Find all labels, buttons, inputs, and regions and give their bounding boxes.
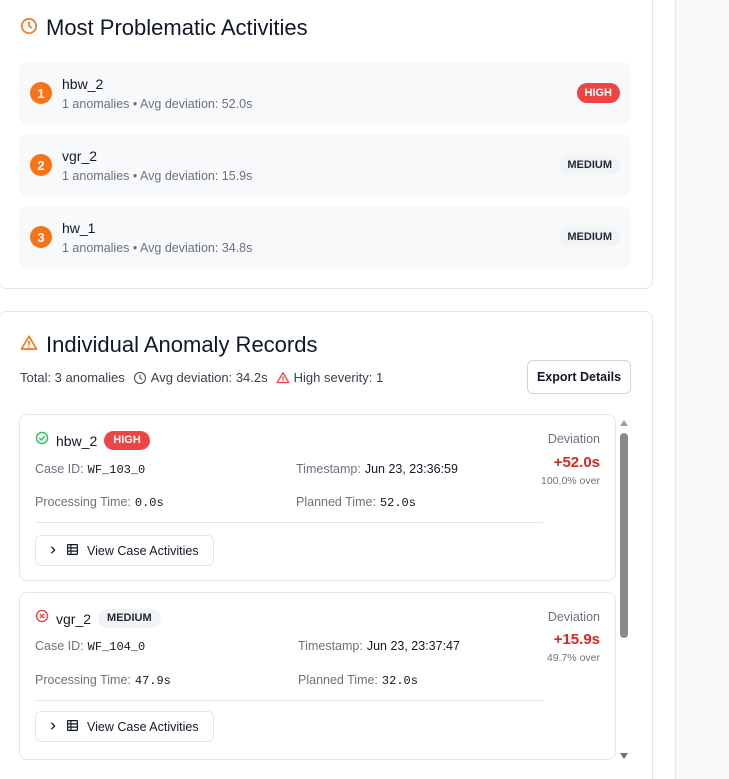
rank-badge: 3 xyxy=(30,226,52,248)
view-button-label: View Case Activities xyxy=(87,543,199,558)
timestamp-field: Timestamp: Jun 23, 23:37:47 xyxy=(298,639,460,653)
deviation-percent: 100.0% over xyxy=(541,475,600,487)
rank-badge: 1 xyxy=(30,82,52,104)
timestamp-label: Timestamp: xyxy=(296,462,361,476)
scroll-up-arrow-icon[interactable] xyxy=(620,420,628,426)
processing-time-value: 0.0s xyxy=(134,496,164,510)
anomaly-record: hbw_2 HIGH Case ID: WF_103_0 Timestamp: Ju… xyxy=(19,414,616,581)
case-id-label: Case ID: xyxy=(35,639,84,653)
processing-time-label: Processing Time: xyxy=(35,673,131,687)
anomaly-records-header: Individual Anomaly Records xyxy=(20,332,317,358)
total-count: Total: 3 anomalies xyxy=(20,370,125,385)
deviation-percent: 49.7% over xyxy=(546,652,600,664)
severity-badge: HIGH xyxy=(104,431,150,450)
avg-deviation: Avg deviation: 34.2s xyxy=(150,370,268,385)
problematic-activities-header: Most Problematic Activities xyxy=(20,15,308,41)
record-header: hbw_2 HIGH xyxy=(35,431,150,450)
activity-name: vgr_2 xyxy=(56,610,92,627)
timestamp-value: Jun 23, 23:37:47 xyxy=(366,639,460,653)
divider xyxy=(35,700,543,701)
card-title: Most Problematic Activities xyxy=(46,15,308,40)
table-icon xyxy=(66,719,79,735)
case-id-value: WF_104_0 xyxy=(87,640,146,654)
table-icon xyxy=(66,543,79,559)
view-button-label: View Case Activities xyxy=(87,719,199,734)
scroll-down-arrow-icon[interactable] xyxy=(620,753,628,759)
warning-icon xyxy=(20,332,38,358)
case-id-value: WF_103_0 xyxy=(87,463,146,477)
rank-badge: 2 xyxy=(30,154,52,176)
planned-time-value: 32.0s xyxy=(381,674,418,688)
clock-icon xyxy=(133,371,147,385)
check-circle-icon xyxy=(35,431,49,450)
problematic-activity-item[interactable]: 2 vgr_2 1 anomalies • Avg deviation: 15.… xyxy=(19,134,631,196)
activity-summary: 1 anomalies • Avg deviation: 52.0s xyxy=(62,97,253,111)
problematic-activity-item[interactable]: 1 hbw_2 1 anomalies • Avg deviation: 52.… xyxy=(19,62,631,124)
right-side-panel xyxy=(675,0,729,779)
timestamp-value: Jun 23, 23:36:59 xyxy=(364,462,458,476)
planned-time-field: Planned Time: 52.0s xyxy=(296,495,416,510)
case-id-label: Case ID: xyxy=(35,462,84,476)
deviation-label: Deviation xyxy=(547,432,600,446)
processing-time-label: Processing Time: xyxy=(35,495,131,509)
view-case-activities-button[interactable]: View Case Activities xyxy=(35,711,214,742)
export-details-button[interactable]: Export Details xyxy=(527,360,631,394)
activity-name: hbw_2 xyxy=(62,76,104,92)
severity-badge: MEDIUM xyxy=(559,155,620,175)
planned-time-field: Planned Time: 32.0s xyxy=(298,673,418,688)
card-title: Individual Anomaly Records xyxy=(46,332,318,357)
processing-time-field: Processing Time: 0.0s xyxy=(35,495,164,510)
processing-time-field: Processing Time: 47.9s xyxy=(35,673,171,688)
chevron-right-icon xyxy=(48,544,58,558)
deviation-value: +15.9s xyxy=(553,631,600,648)
anomaly-summary: Total: 3 anomalies Avg deviation: 34.2s … xyxy=(20,370,383,385)
activity-name: vgr_2 xyxy=(62,148,98,164)
case-id-field: Case ID: WF_104_0 xyxy=(35,639,145,654)
divider xyxy=(35,522,543,523)
deviation-value: +52.0s xyxy=(553,454,600,471)
activity-summary: 1 anomalies • Avg deviation: 34.8s xyxy=(62,241,253,255)
high-severity-count: High severity: 1 xyxy=(293,370,384,385)
chevron-right-icon xyxy=(48,720,58,734)
warning-icon xyxy=(276,371,290,385)
severity-badge: HIGH xyxy=(576,83,620,103)
severity-badge: MEDIUM xyxy=(98,609,161,628)
planned-time-label: Planned Time: xyxy=(298,673,378,687)
planned-time-label: Planned Time: xyxy=(296,495,376,509)
record-header: vgr_2 MEDIUM xyxy=(35,609,161,628)
timestamp-label: Timestamp: xyxy=(298,639,363,653)
activity-name: hbw_2 xyxy=(56,432,98,449)
activity-summary: 1 anomalies • Avg deviation: 15.9s xyxy=(62,169,253,183)
x-circle-icon xyxy=(35,609,49,628)
anomaly-records-card: Individual Anomaly Records Total: 3 anom… xyxy=(0,311,653,779)
deviation-label: Deviation xyxy=(547,610,600,624)
case-id-field: Case ID: WF_103_0 xyxy=(35,462,145,477)
processing-time-value: 47.9s xyxy=(134,674,171,688)
problematic-activity-item[interactable]: 3 hw_1 1 anomalies • Avg deviation: 34.8… xyxy=(19,206,631,268)
scrollbar-thumb[interactable] xyxy=(620,433,628,638)
clock-icon xyxy=(20,15,38,41)
view-case-activities-button[interactable]: View Case Activities xyxy=(35,535,214,566)
timestamp-field: Timestamp: Jun 23, 23:36:59 xyxy=(296,462,458,476)
problematic-activities-card: Most Problematic Activities 1 hbw_2 1 an… xyxy=(0,0,653,289)
anomaly-record: vgr_2 MEDIUM Case ID: WF_104_0 Timestamp:… xyxy=(19,592,616,760)
severity-badge: MEDIUM xyxy=(559,227,620,247)
records-scrollbar[interactable] xyxy=(619,417,629,763)
planned-time-value: 52.0s xyxy=(379,496,416,510)
activity-name: hw_1 xyxy=(62,220,96,236)
